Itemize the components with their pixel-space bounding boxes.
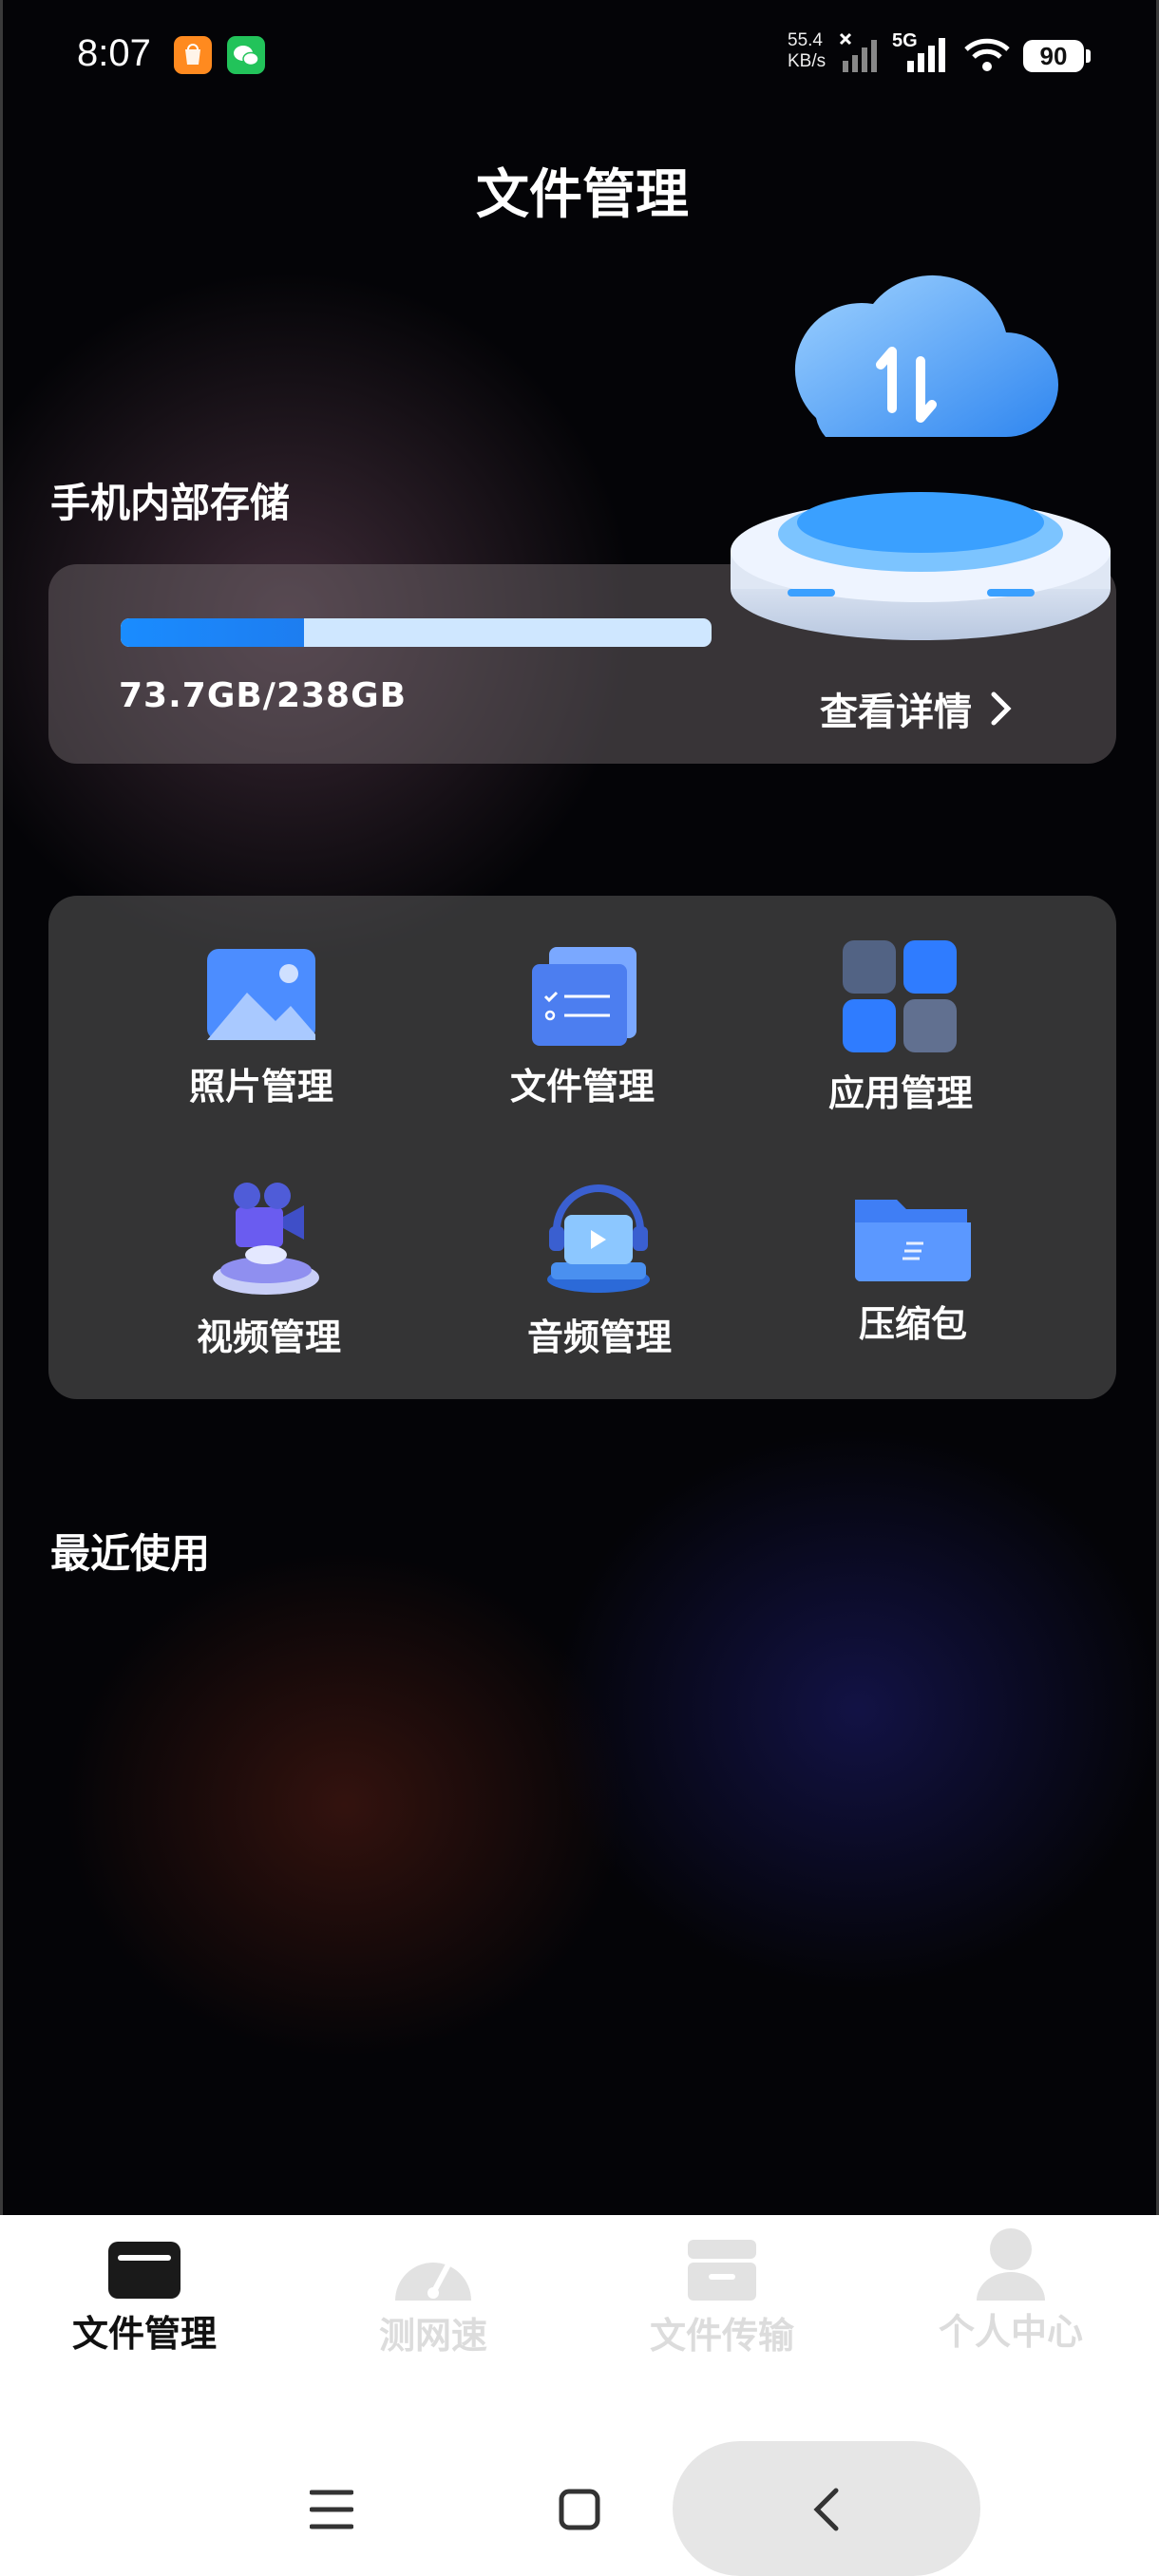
cloud-storage-illustration: [731, 275, 1111, 640]
view-details-label: 查看详情: [820, 691, 972, 734]
tab-label: 个人中心: [938, 2311, 1083, 2353]
back-button[interactable]: [673, 2441, 980, 2576]
speed-unit: KB/s: [788, 51, 826, 71]
back-chevron-icon: [813, 2488, 839, 2531]
storage-section-title: 手机内部存储: [50, 480, 291, 526]
recent-section-title: 最近使用: [50, 1530, 211, 1577]
menu-icon[interactable]: [310, 2489, 353, 2530]
folder-icon: [108, 2242, 180, 2299]
category-audio[interactable]: 音频管理: [476, 1175, 723, 1360]
shopping-app-icon: [174, 36, 212, 74]
category-label: 视频管理: [196, 1316, 341, 1358]
person-icon: [977, 2228, 1045, 2301]
tab-file-manager[interactable]: 文件管理: [21, 2223, 268, 2357]
view-details-link[interactable]: 查看详情: [820, 681, 1014, 736]
speedometer-icon: [395, 2262, 471, 2301]
home-icon[interactable]: [559, 2489, 600, 2530]
category-files[interactable]: 文件管理: [459, 943, 706, 1109]
signal-2-icon: [907, 38, 945, 72]
transfer-box-icon: [688, 2240, 756, 2301]
network-speed: 55.4 KB/s: [788, 30, 826, 72]
category-photo[interactable]: 照片管理: [138, 943, 385, 1109]
category-label: 音频管理: [526, 1316, 672, 1358]
category-video[interactable]: 视频管理: [145, 1175, 392, 1360]
wifi-icon: [964, 38, 1010, 71]
storage-progress-fill: [121, 618, 304, 647]
photo-icon: [207, 949, 315, 1040]
tab-profile[interactable]: 个人中心: [887, 2223, 1134, 2355]
status-time: 8:07: [77, 32, 151, 74]
category-apps[interactable]: 应用管理: [777, 937, 1024, 1116]
apps-icon: [843, 940, 957, 1052]
app-screen: 8:07 55.4 KB/s 5G 90 文件管理 手机内部存储 73.7GB/…: [0, 0, 1159, 2215]
archive-folder-icon: [855, 1200, 971, 1281]
speed-value: 55.4: [788, 30, 823, 50]
wechat-icon: [227, 36, 265, 74]
video-icon: [213, 1183, 319, 1295]
storage-progress-bar: [121, 618, 712, 647]
chevron-right-icon: [991, 691, 1012, 726]
category-label: 文件管理: [509, 1066, 655, 1108]
tab-label: 测网速: [378, 2315, 487, 2357]
category-archive[interactable]: 压缩包: [789, 1190, 1036, 1347]
signal-1-icon: [839, 32, 877, 72]
battery-tip: [1086, 49, 1091, 63]
category-label: 应用管理: [827, 1072, 973, 1114]
battery-level: 90: [1023, 40, 1084, 72]
audio-icon: [547, 1184, 650, 1293]
tab-speed-test[interactable]: 测网速: [310, 2223, 557, 2358]
storage-usage-text: 73.7GB/238GB: [119, 676, 408, 715]
system-nav-bar: [0, 2441, 1159, 2576]
category-label: 压缩包: [858, 1303, 967, 1345]
category-label: 照片管理: [188, 1066, 333, 1108]
page-title: 文件管理: [476, 164, 689, 226]
tab-label: 文件传输: [649, 2315, 794, 2357]
document-icon: [532, 947, 636, 1046]
bottom-tab-bar: 文件管理 测网速 文件传输 个人中心: [0, 2223, 1159, 2394]
tab-file-transfer[interactable]: 文件传输: [598, 2223, 846, 2358]
tab-label: 文件管理: [71, 2313, 217, 2355]
